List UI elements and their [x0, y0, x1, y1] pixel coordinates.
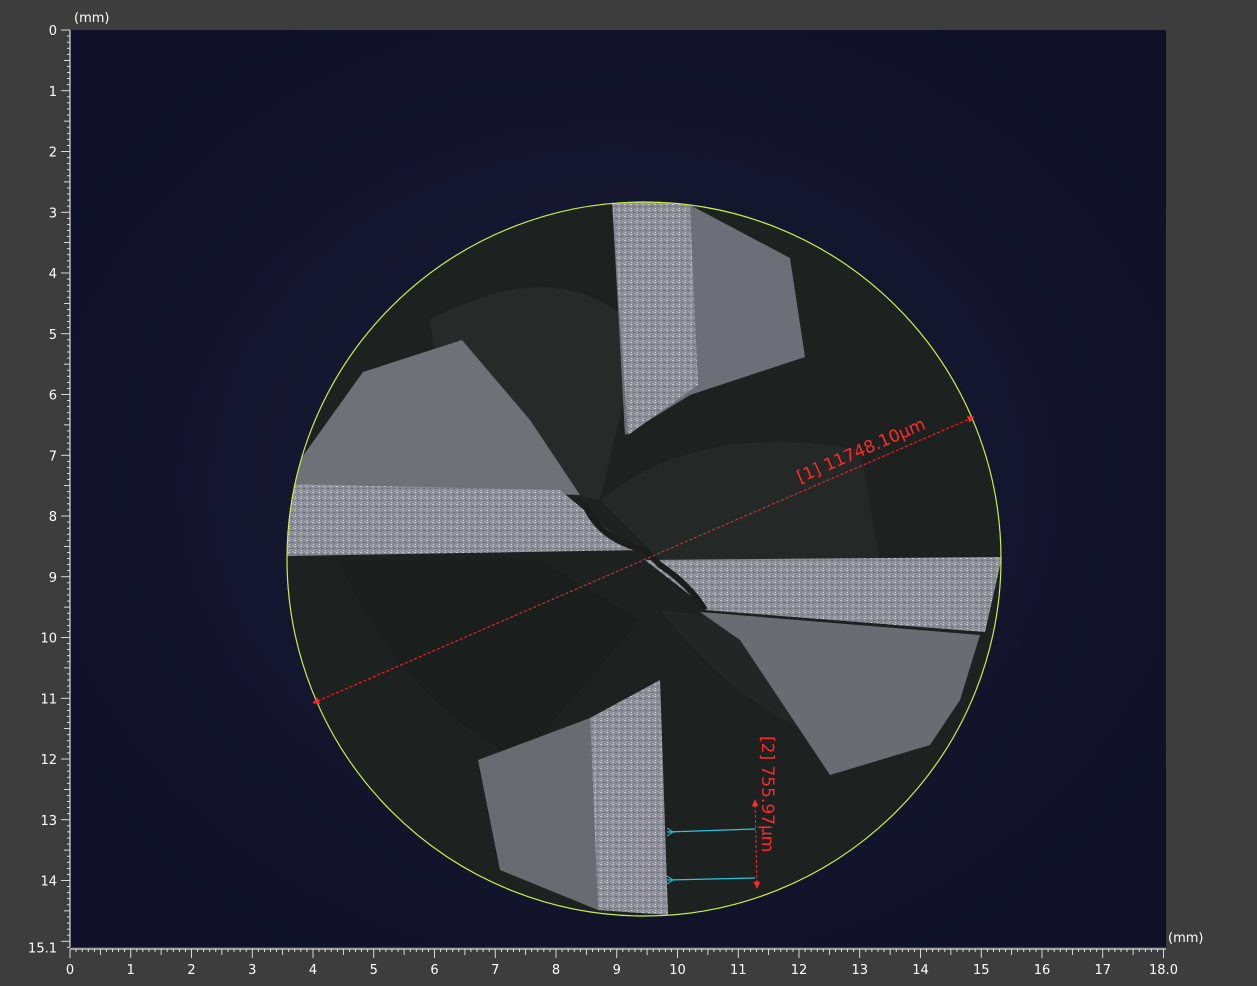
y-tick-label: 15.1 [28, 941, 57, 956]
y-tick-label: 6 [49, 389, 57, 404]
y-tick-label: 8 [49, 510, 57, 525]
x-tick-label: 11 [730, 963, 747, 978]
x-tick-label: 4 [309, 963, 317, 978]
x-tick-label: 6 [430, 963, 438, 978]
y-tick-label: 7 [49, 449, 57, 464]
x-tick-label: 16 [1034, 963, 1051, 978]
x-axis-ruler: 0 1 2 3 4 5 6 7 8 9 10 11 12 13 14 15 16 17 18.0 [66, 948, 1178, 978]
x-tick-label: 18.0 [1149, 963, 1178, 978]
y-tick-label: 11 [40, 692, 57, 707]
y-tick-label: 1 [49, 85, 57, 100]
x-tick-label: 14 [912, 963, 929, 978]
x-tick-label: 17 [1094, 963, 1111, 978]
y-tick-label: 13 [40, 814, 57, 829]
measurement-viewer: (mm) (mm) [1] 11748.10μm [2] 755.97μm 0 … [0, 0, 1257, 986]
x-tick-label: 13 [851, 963, 868, 978]
x-tick-label: 8 [552, 963, 560, 978]
y-tick-label: 3 [49, 206, 57, 221]
y-axis-ruler: 0123456789101112131415.1 [28, 24, 71, 956]
x-tick-label: 7 [491, 963, 499, 978]
measurement-canvas[interactable]: [1] 11748.10μm [2] 755.97μm 012345678910… [0, 0, 1257, 986]
y-tick-label: 10 [40, 632, 57, 647]
x-tick-label: 0 [66, 963, 74, 978]
x-tick-label: 1 [127, 963, 135, 978]
y-tick-label: 14 [40, 875, 57, 890]
y-tick-label: 5 [49, 328, 57, 343]
x-tick-label: 12 [791, 963, 808, 978]
width-measure-label: [2] 755.97μm [757, 736, 777, 852]
x-tick-label: 10 [669, 963, 686, 978]
y-tick-label: 9 [49, 571, 57, 586]
y-tick-label: 4 [49, 267, 57, 282]
x-tick-label: 15 [973, 963, 990, 978]
x-tick-label: 5 [370, 963, 378, 978]
cutting-edge-bottom [590, 680, 668, 915]
y-tick-label: 0 [49, 24, 57, 39]
y-tick-label: 12 [40, 753, 57, 768]
x-tick-label: 2 [187, 963, 195, 978]
x-tick-label: 3 [248, 963, 256, 978]
x-tick-label: 9 [613, 963, 621, 978]
y-tick-label: 2 [49, 146, 57, 161]
end-mill-face [287, 202, 1001, 916]
